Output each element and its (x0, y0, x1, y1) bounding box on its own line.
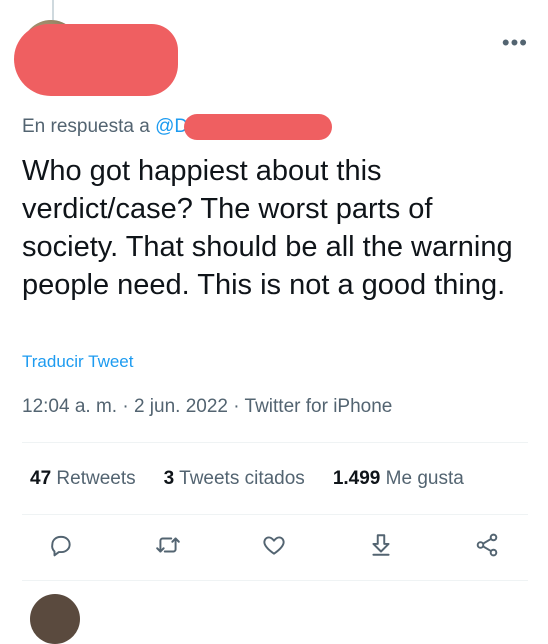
like-button[interactable] (257, 530, 291, 564)
share-button[interactable] (470, 530, 504, 564)
quotes-stat[interactable]: 3 Tweets citados (164, 468, 305, 490)
retweets-count: 47 (30, 468, 52, 489)
divider (22, 442, 528, 443)
more-options-button[interactable]: ••• (502, 30, 528, 56)
thread-connector-line (52, 0, 54, 20)
tweet-actions (44, 530, 504, 564)
quotes-label: Tweets citados (179, 468, 305, 489)
reply-context: En respuesta a @D (22, 116, 188, 138)
reply-icon (48, 532, 74, 563)
likes-stat[interactable]: 1.499 Me gusta (333, 468, 464, 490)
retweets-label: Retweets (56, 468, 136, 489)
share-icon (474, 532, 500, 563)
retweet-button[interactable] (151, 530, 185, 564)
likes-count: 1.499 (332, 468, 381, 489)
meta-separator: · (122, 396, 129, 417)
retweet-icon (155, 532, 181, 563)
redacted-user-name (14, 24, 178, 96)
tweet-time[interactable]: 12:04 a. m. (22, 396, 117, 417)
meta-separator: · (233, 396, 240, 417)
divider (22, 514, 528, 515)
tweet-text: Who got happiest about this verdict/case… (22, 155, 513, 301)
translate-tweet-link[interactable]: Traducir Tweet (22, 352, 134, 372)
like-icon (261, 532, 287, 563)
next-reply-avatar[interactable] (30, 594, 80, 644)
divider (22, 580, 528, 581)
quotes-count: 3 (163, 468, 175, 489)
share-download-icon (368, 532, 394, 563)
redacted-handle (184, 114, 332, 140)
retweets-stat[interactable]: 47 Retweets (30, 468, 136, 490)
likes-label: Me gusta (385, 468, 464, 489)
share-download-button[interactable] (364, 530, 398, 564)
reply-button[interactable] (44, 530, 78, 564)
tweet-date[interactable]: 2 jun. 2022 (134, 396, 228, 417)
tweet-metadata: 12:04 a. m. · 2 jun. 2022 · Twitter for … (22, 396, 392, 418)
reply-prefix: En respuesta a (22, 116, 150, 137)
tweet-source[interactable]: Twitter for iPhone (245, 396, 393, 417)
tweet-stats: 47 Retweets 3 Tweets citados 1.499 Me gu… (30, 468, 464, 490)
